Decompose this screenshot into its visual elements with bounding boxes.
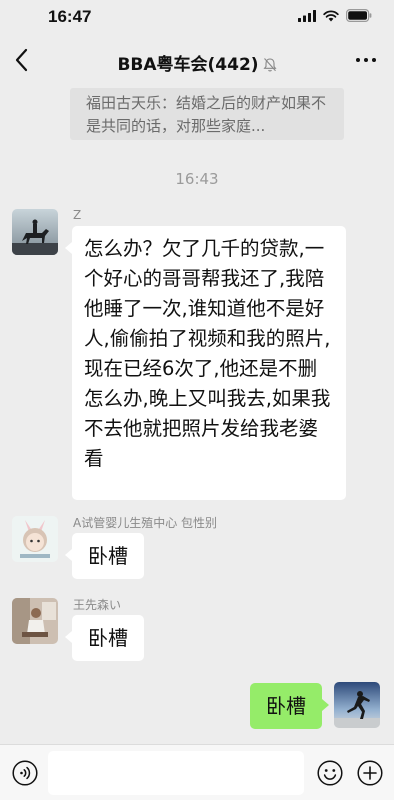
chat-title[interactable]: BBA粤车会(442) bbox=[0, 50, 394, 75]
message-timestamp: 16:43 bbox=[175, 170, 219, 188]
message-bubble[interactable]: 怎么办？欠了几千的贷款,一个好心的哥哥帮我还了,我陪他睡了一次,谁知道他不是好人… bbox=[72, 226, 346, 500]
plus-icon[interactable] bbox=[357, 760, 383, 786]
wifi-icon bbox=[323, 9, 339, 21]
bunny-girl-avatar[interactable] bbox=[12, 516, 58, 562]
status-time: 16:47 bbox=[48, 7, 92, 26]
sender-name: Z bbox=[73, 208, 82, 222]
man-sitting-avatar[interactable] bbox=[12, 598, 58, 644]
bubble-tail bbox=[65, 549, 72, 561]
message-input[interactable] bbox=[48, 751, 304, 795]
status-bar: 16:47 bbox=[0, 0, 394, 34]
message-bubble[interactable]: 卧槽 bbox=[72, 533, 144, 579]
mute-bell-icon bbox=[263, 58, 277, 72]
member-count: (442) bbox=[207, 55, 259, 75]
group-name: BBA粤车会 bbox=[117, 55, 208, 75]
status-icons bbox=[298, 9, 372, 22]
chat-header: BBA粤车会(442) bbox=[0, 36, 394, 84]
emoji-icon[interactable] bbox=[317, 760, 343, 786]
bubble-tail bbox=[322, 699, 329, 711]
my-message-bubble[interactable]: 卧槽 bbox=[250, 683, 322, 729]
message-bubble[interactable]: 卧槽 bbox=[72, 615, 144, 661]
input-bar bbox=[0, 744, 394, 800]
runner-avatar[interactable] bbox=[334, 682, 380, 728]
sender-name: 王先森い bbox=[73, 598, 122, 612]
more-icon[interactable] bbox=[356, 58, 376, 62]
signal-icon bbox=[298, 9, 316, 22]
quoted-message[interactable]: 福田古天乐：结婚之后的财产如果不是共同的话，对那些家庭... bbox=[70, 88, 344, 140]
sender-name: A试管婴儿生殖中心 包性别 bbox=[73, 516, 218, 530]
battery-icon bbox=[346, 9, 372, 22]
bubble-tail bbox=[65, 242, 72, 254]
voice-icon[interactable] bbox=[12, 760, 38, 786]
horse-rider-avatar[interactable] bbox=[12, 209, 58, 255]
bubble-tail bbox=[65, 631, 72, 643]
